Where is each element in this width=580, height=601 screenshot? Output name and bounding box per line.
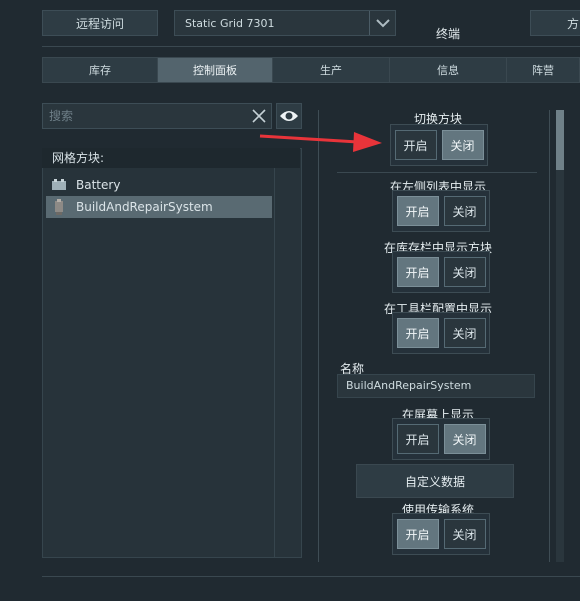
- tab-production[interactable]: 生产: [272, 57, 390, 83]
- toggle-block-switch: 开启 关闭: [390, 124, 488, 166]
- control-panel-scrollbar[interactable]: [556, 110, 564, 562]
- right-partial-label: 方: [567, 16, 580, 31]
- show-in-list-off-button[interactable]: 关闭: [443, 196, 486, 226]
- grid-select-value: Static Grid 7301: [185, 16, 275, 30]
- list-item-buildandrepairsystem[interactable]: BuildAndRepairSystem: [46, 196, 272, 218]
- remote-access-button[interactable]: 远程访问: [42, 10, 158, 36]
- name-field[interactable]: BuildAndRepairSystem: [337, 374, 535, 398]
- arrow-annotation-icon: [259, 132, 382, 152]
- tab-label: 阵营: [532, 64, 554, 77]
- use-conveyor-switch: 开启 关闭: [392, 513, 490, 555]
- show-in-list-switch: 开启 关闭: [392, 190, 490, 232]
- tab-label: 库存: [89, 64, 111, 77]
- grid-select[interactable]: Static Grid 7301: [174, 10, 396, 36]
- tab-control-panel[interactable]: 控制面板: [157, 57, 273, 83]
- control-panel-right-border: [549, 110, 550, 562]
- search-input[interactable]: [43, 109, 247, 123]
- show-in-toolbar-off-button[interactable]: 关闭: [443, 318, 486, 348]
- search-box: [42, 103, 272, 129]
- chevron-down-icon[interactable]: [369, 11, 395, 35]
- tab-info[interactable]: 信息: [389, 57, 507, 83]
- remote-access-label: 远程访问: [75, 16, 124, 31]
- tab-inventory[interactable]: 库存: [42, 57, 158, 83]
- block-list-scroll-track[interactable]: [274, 168, 275, 558]
- list-item-label: BuildAndRepairSystem: [76, 200, 213, 214]
- header-divider: [42, 46, 580, 47]
- tab-label: 信息: [437, 64, 459, 77]
- show-on-hud-on-button[interactable]: 开启: [396, 424, 439, 454]
- show-on-hud-off-button[interactable]: 关闭: [443, 424, 486, 454]
- welder-icon: [50, 199, 68, 215]
- custom-data-label: 自定义数据: [404, 474, 465, 489]
- use-conveyor-on-button[interactable]: 开启: [396, 519, 439, 549]
- tab-label: 生产: [320, 64, 342, 77]
- toggle-divider: [337, 172, 537, 173]
- footer-divider: [42, 576, 580, 577]
- show-in-list-on-button[interactable]: 开启: [396, 196, 439, 226]
- show-in-toolbar-on-button[interactable]: 开启: [396, 318, 439, 348]
- show-in-inventory-off-button[interactable]: 关闭: [443, 257, 486, 287]
- page-title: 终端: [435, 27, 460, 41]
- show-in-toolbar-switch: 开启 关闭: [392, 312, 490, 354]
- tab-faction[interactable]: 阵营: [506, 57, 580, 83]
- custom-data-button[interactable]: 自定义数据: [356, 464, 514, 498]
- list-item-battery[interactable]: Battery: [46, 174, 272, 196]
- show-in-inventory-on-button[interactable]: 开启: [396, 257, 439, 287]
- use-conveyor-off-button[interactable]: 关闭: [443, 519, 486, 549]
- close-icon[interactable]: [247, 109, 271, 123]
- toggle-block-on-button[interactable]: 开启: [394, 130, 437, 160]
- list-item-label: Battery: [76, 178, 121, 192]
- battery-icon: [50, 177, 68, 193]
- toggle-block-off-button[interactable]: 关闭: [441, 130, 484, 160]
- show-in-inventory-switch: 开启 关闭: [392, 251, 490, 293]
- control-panel-scroll-thumb[interactable]: [556, 110, 564, 170]
- control-panel-left-border: [318, 110, 319, 562]
- show-on-hud-switch: 开启 关闭: [392, 418, 490, 460]
- tab-label: 控制面板: [193, 64, 237, 77]
- right-partial-button[interactable]: 方: [530, 10, 580, 36]
